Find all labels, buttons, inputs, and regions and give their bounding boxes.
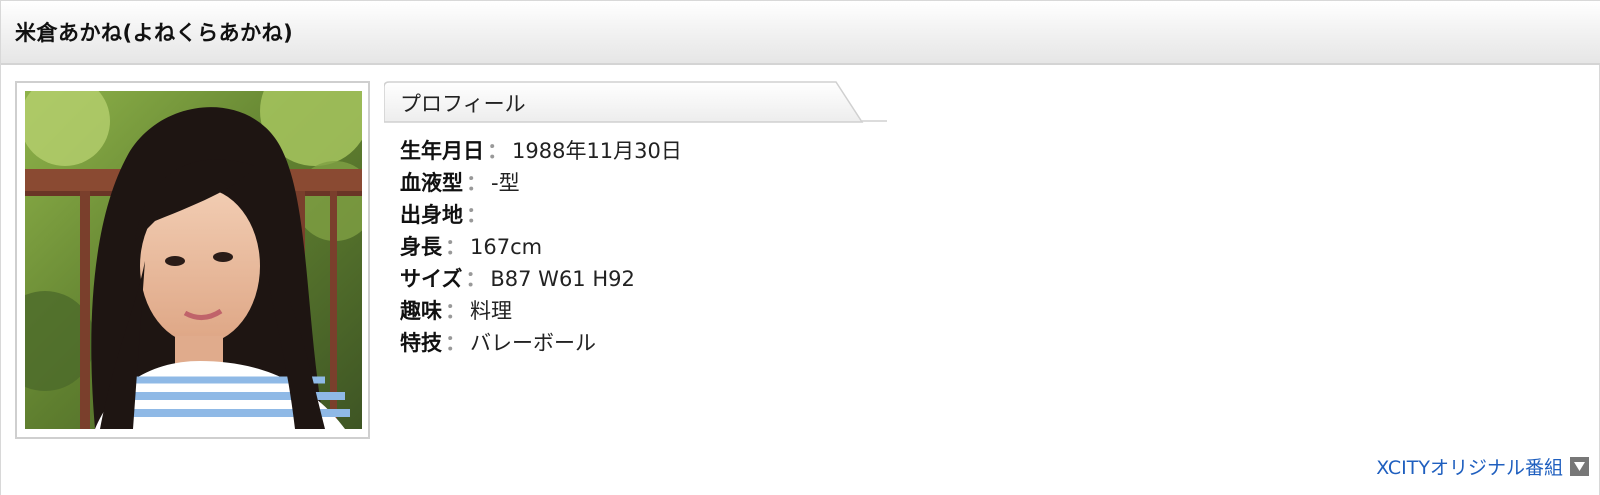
profile-key: サイズ	[400, 267, 463, 291]
profile-row-birthplace: 出身地：	[400, 199, 682, 231]
photo-frame	[15, 81, 370, 439]
profile-key: 生年月日	[400, 139, 484, 163]
profile-separator: ：	[465, 267, 487, 291]
profile-row-hobby: 趣味：料理	[400, 295, 682, 327]
profile-key: 出身地	[400, 203, 463, 227]
profile-row-height: 身長： 167cm	[400, 231, 682, 263]
xcity-original-link[interactable]: XCITYオリジナル番組	[1376, 453, 1563, 480]
footer-link-container: XCITYオリジナル番組	[1376, 453, 1589, 480]
page-title: 米倉あかね(よねくらあかね)	[15, 21, 294, 45]
profile-key: 特技	[400, 331, 442, 355]
profile-value: 167cm	[470, 235, 543, 259]
profile-value: 1988年11月30日	[512, 139, 682, 163]
profile-value: B87 W61 H92	[490, 267, 635, 291]
profile-separator: ：	[487, 139, 508, 163]
profile-separator: ：	[445, 299, 466, 323]
title-bar: 米倉あかね(よねくらあかね)	[1, 1, 1600, 65]
profile-value: バレーボール	[470, 331, 596, 355]
profile-separator: ：	[466, 171, 487, 195]
profile-row-skill: 特技：バレーボール	[400, 327, 682, 359]
profile-row-size: サイズ： B87 W61 H92	[400, 263, 682, 295]
profile-tab: プロフィール	[384, 81, 887, 123]
profile-separator: ：	[445, 331, 466, 355]
profile-row-blood-type: 血液型： -型	[400, 167, 682, 199]
profile-row-birthdate: 生年月日： 1988年11月30日	[400, 135, 682, 167]
profile-separator: ：	[445, 235, 466, 259]
profile-key: 身長	[400, 235, 442, 259]
profile-key: 血液型	[400, 171, 463, 195]
profile-details: 生年月日： 1988年11月30日 血液型： -型 出身地： 身長： 167cm サイ…	[400, 135, 682, 359]
profile-panel: 米倉あかね(よねくらあかね) プロフィール 生年月日 ： 1988年11月30日…	[0, 0, 1600, 495]
profile-key: 趣味	[400, 299, 442, 323]
triangle-down-icon[interactable]	[1570, 457, 1589, 476]
profile-value: -型	[491, 171, 520, 195]
profile-value: 料理	[470, 299, 512, 323]
profile-separator: ：	[466, 203, 487, 227]
profile-photo	[25, 91, 362, 429]
profile-tab-label: プロフィール	[400, 92, 526, 116]
